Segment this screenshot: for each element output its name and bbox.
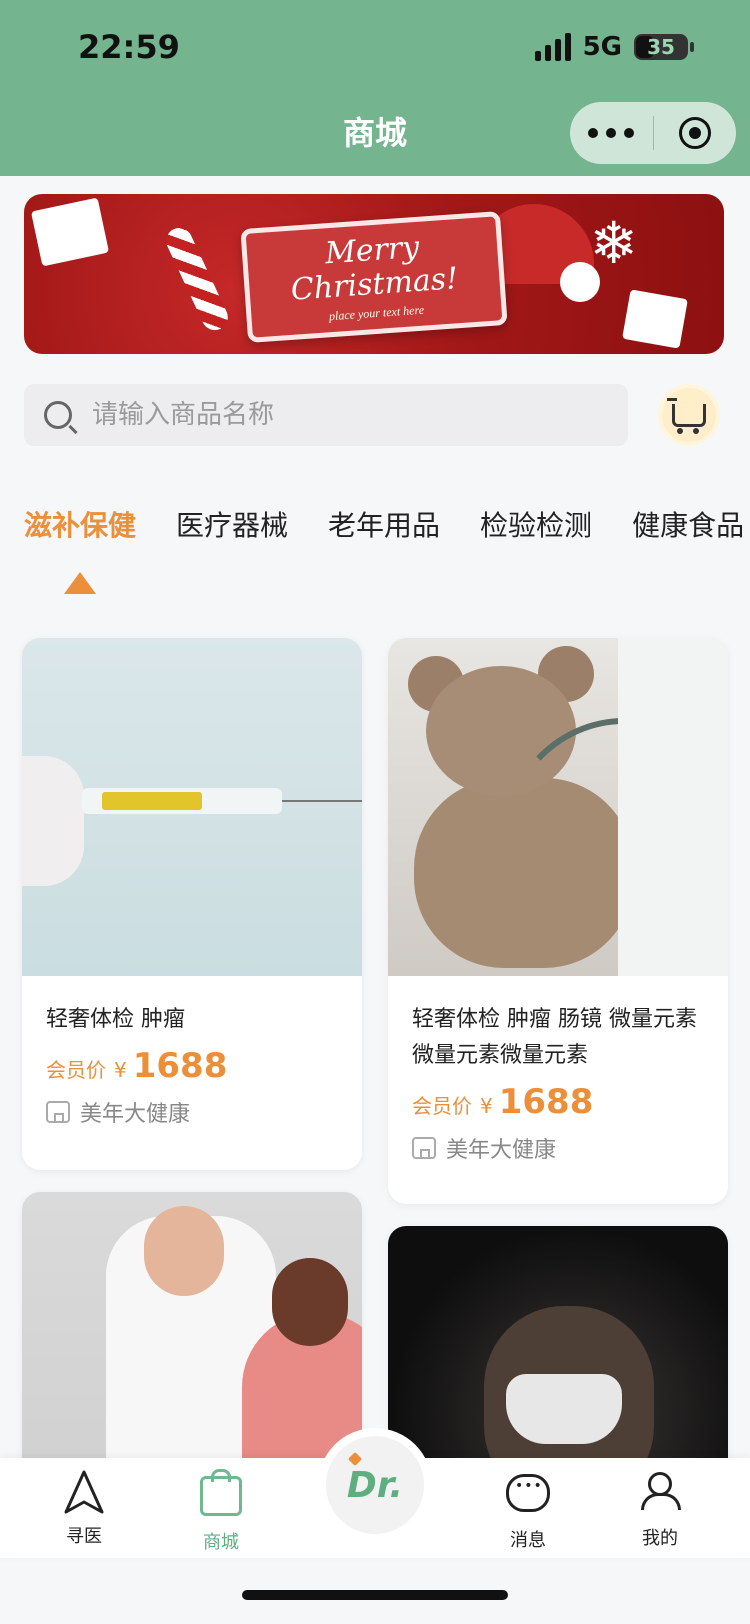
product-card[interactable]: 轻奢体检 肿瘤 肠镜 微量元素微量元素微量元素 会员价 ¥ 1688 美年大健康	[388, 638, 728, 1204]
status-indicators: 5G 35	[534, 32, 694, 62]
product-title: 轻奢体检 肿瘤	[46, 1007, 185, 1032]
nav-label: 商城	[203, 1532, 239, 1553]
nav-item-mall[interactable]: 商城	[181, 1469, 261, 1554]
candy-cane-icon	[161, 223, 233, 335]
target-icon	[678, 117, 711, 149]
product-image	[388, 638, 728, 976]
user-icon	[638, 1472, 682, 1516]
nav-label: 寻医	[66, 1526, 102, 1547]
product-card[interactable]	[388, 1226, 728, 1486]
tab-nutrition-health[interactable]: 滋补保健	[24, 504, 136, 544]
app-header: 22:59 5G 35 商城	[0, 0, 750, 176]
close-mini-program-button[interactable]	[654, 117, 737, 149]
store-row: 美年大健康	[412, 1132, 704, 1164]
status-time: 22:59	[78, 28, 180, 66]
store-name: 美年大健康	[446, 1138, 557, 1163]
category-tabs: 滋补保健 医疗器械 老年用品 检验检测 健康食品	[24, 504, 744, 544]
member-price-label: 会员价	[46, 1058, 106, 1082]
product-price: 1688	[132, 1046, 228, 1086]
snowflake-icon: ❄	[589, 209, 638, 277]
product-title: 轻奢体检 肿瘤 肠镜 微量元素微量元素微量元素	[412, 1007, 697, 1068]
message-icon	[506, 1474, 550, 1518]
nav-item-messages[interactable]: 消息	[488, 1470, 568, 1552]
search-input[interactable]	[90, 399, 574, 431]
store-row: 美年大健康	[46, 1096, 338, 1128]
navigation-icon	[62, 1470, 106, 1514]
dr-logo-text: Dr.	[346, 1464, 404, 1506]
tab-lab-testing[interactable]: 检验检测	[480, 504, 592, 544]
nav-item-find-doctor[interactable]: 寻医	[44, 1470, 124, 1548]
banner-sign: Merry Christmas! place your text here	[240, 211, 508, 343]
banner-title-line2: Christmas!	[289, 260, 460, 308]
product-card[interactable]	[22, 1192, 362, 1492]
product-card[interactable]: 轻奢体检 肿瘤 会员价 ¥ 1688 美年大健康	[22, 638, 362, 1170]
gift-icon	[30, 197, 110, 267]
battery-level: 35	[647, 35, 675, 59]
store-icon	[412, 1137, 436, 1159]
tab-health-food[interactable]: 健康食品	[632, 504, 744, 544]
search-bar[interactable]	[24, 384, 628, 446]
cart-button[interactable]	[662, 388, 716, 442]
shopping-bag-icon	[199, 1469, 243, 1520]
banner-subtitle: place your text here	[328, 302, 425, 323]
gift-icon	[622, 289, 688, 349]
dr-home-button[interactable]: Dr.	[326, 1436, 424, 1534]
product-image	[22, 638, 362, 976]
currency-symbol: ¥	[480, 1094, 493, 1118]
member-price-label: 会员价	[412, 1094, 472, 1118]
nav-item-profile[interactable]: 我的	[620, 1470, 700, 1550]
nav-label: 我的	[642, 1528, 678, 1549]
tab-elderly-products[interactable]: 老年用品	[328, 504, 440, 544]
battery-icon: 35	[634, 34, 694, 60]
network-type: 5G	[582, 32, 622, 62]
store-name: 美年大健康	[80, 1102, 191, 1127]
nav-label: 消息	[510, 1530, 546, 1551]
cart-icon	[667, 397, 706, 434]
tab-medical-devices[interactable]: 医疗器械	[176, 504, 288, 544]
price-row: 会员价 ¥ 1688	[412, 1082, 704, 1122]
currency-symbol: ¥	[114, 1058, 127, 1082]
product-image	[22, 1192, 362, 1492]
promo-banner[interactable]: ❄ Merry Christmas! place your text here	[24, 194, 724, 354]
more-options-button[interactable]	[570, 128, 653, 138]
product-price: 1688	[498, 1082, 594, 1122]
product-image	[388, 1226, 728, 1486]
price-row: 会员价 ¥ 1688	[46, 1046, 338, 1086]
home-indicator[interactable]	[242, 1590, 508, 1600]
store-icon	[46, 1101, 70, 1123]
signal-icon	[534, 33, 571, 61]
active-tab-indicator	[64, 572, 96, 594]
search-icon	[44, 401, 72, 429]
mini-program-capsule	[570, 102, 736, 164]
